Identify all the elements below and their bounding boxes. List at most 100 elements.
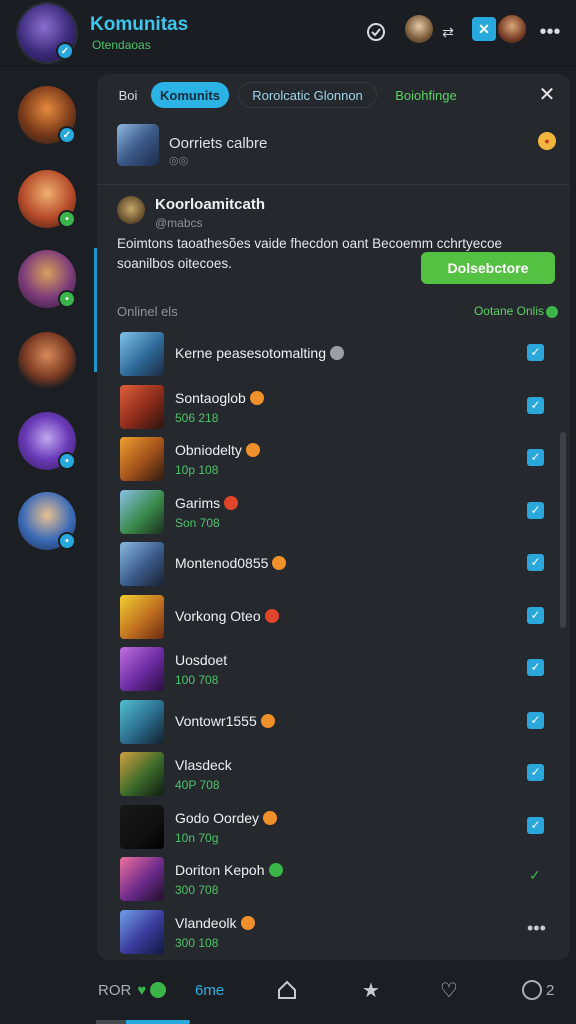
member-name: Vlasdeck: [175, 757, 232, 773]
bottom-nav: ROR ♥ 6me ★ ♡ 2: [0, 966, 576, 1024]
member-name: Sontaoglob: [175, 390, 264, 406]
tab-rorolcatic[interactable]: Rorolcatic Glonnon: [238, 82, 377, 108]
member-avatar[interactable]: [120, 857, 164, 901]
checkbox[interactable]: ✓: [527, 659, 544, 676]
badge-icon: •: [58, 210, 76, 228]
member-avatar[interactable]: [120, 804, 164, 849]
checkbox[interactable]: ✓: [527, 606, 544, 624]
status-emoji-icon: [264, 608, 279, 623]
member-row[interactable]: Kerne peasesotomalting ✓: [97, 328, 570, 381]
member-status: 10n 70g: [175, 830, 219, 845]
more-icon[interactable]: •••: [527, 918, 546, 939]
member-row[interactable]: Godo Oordey 10n 70g ✓: [97, 801, 570, 854]
member-name-text: Montenod0855: [175, 555, 269, 571]
user-avatar-2[interactable]: [498, 15, 526, 43]
member-avatar[interactable]: [120, 909, 164, 954]
channel-sub: ◎◎: [169, 155, 189, 167]
member-row[interactable]: Vontowr1555 ✓: [97, 696, 570, 749]
check-icon[interactable]: ✓: [529, 867, 541, 884]
member-row[interactable]: Garims Son 708 ✓: [97, 486, 570, 539]
member-name-text: Uosdoet: [175, 652, 228, 668]
status-emoji-icon: [224, 495, 239, 510]
status-emoji-icon: [245, 443, 260, 457]
tab-boiohfinge[interactable]: Boiohfinge: [380, 82, 472, 108]
home-icon[interactable]: [276, 978, 298, 1002]
page-title: Komunitas: [90, 14, 189, 35]
member-row[interactable]: Doriton Kepoh 300 708 ✓: [97, 853, 570, 906]
member-avatar[interactable]: [120, 332, 164, 376]
member-status: 506 218: [175, 410, 219, 425]
member-avatar[interactable]: [120, 699, 164, 744]
divider: [97, 184, 570, 185]
status-emoji-icon: [260, 713, 275, 728]
nav-ror[interactable]: ROR ♥: [98, 978, 167, 1002]
member-name-text: Vorkong Oteo: [175, 607, 261, 624]
author-avatar[interactable]: [117, 196, 145, 224]
server-icon-2[interactable]: •: [18, 170, 76, 228]
badge-icon: •: [58, 532, 76, 550]
member-name: Kerne peasesotomalting: [175, 345, 344, 361]
support-icon[interactable]: [362, 18, 390, 46]
member-status: 10p 108: [175, 463, 219, 477]
server-icon-3[interactable]: •: [18, 250, 76, 308]
member-name-text: Godo Oordey: [175, 809, 260, 826]
author-name[interactable]: Koorloamitcath: [155, 196, 265, 213]
checkbox[interactable]: ✓: [527, 396, 544, 414]
verified-badge: ✓: [56, 42, 74, 60]
nav-game[interactable]: 6me: [195, 978, 224, 1002]
member-avatar[interactable]: [120, 542, 164, 586]
server-icon-5[interactable]: •: [18, 412, 76, 470]
member-avatar[interactable]: [120, 437, 164, 481]
tool-icon[interactable]: ✕: [472, 17, 496, 41]
more-icon[interactable]: •••: [536, 18, 564, 46]
bell-icon: [522, 980, 542, 1000]
server-icon-1[interactable]: ✓: [18, 86, 76, 144]
star-icon[interactable]: ★: [362, 978, 380, 1002]
member-status: 300 108: [175, 935, 219, 950]
profile-avatar[interactable]: ✓: [18, 4, 76, 62]
member-name-text: Vlandeolk: [175, 914, 237, 931]
member-status: Son 708: [175, 515, 220, 530]
nav-indicator-secondary: [96, 1020, 126, 1024]
channel-header[interactable]: Oorriets calbre ◎◎ ●: [97, 118, 570, 178]
member-status: 300 708: [175, 883, 219, 897]
member-row[interactable]: Vorkong Oteo ✓: [97, 591, 570, 644]
member-row[interactable]: Vlandeolk 300 108 •••: [97, 906, 570, 959]
member-name-text: Sontaoglob: [175, 389, 246, 406]
server-icon-6[interactable]: •: [18, 492, 76, 550]
member-row[interactable]: Obniodelty 10p 108 ✓: [97, 433, 570, 486]
online-count: Ootane Onlis: [473, 304, 544, 318]
member-row[interactable]: Vlasdeck 40P 708 ✓: [97, 748, 570, 801]
member-row[interactable]: Montenod0855 ✓: [97, 538, 570, 591]
notifications-nav[interactable]: 2: [522, 978, 554, 1002]
user-avatar[interactable]: [405, 15, 433, 43]
checkbox[interactable]: ✓: [527, 449, 544, 466]
checkbox[interactable]: ✓: [527, 711, 544, 729]
scrollbar[interactable]: [560, 432, 566, 628]
member-avatar[interactable]: [120, 594, 164, 639]
notification-icon[interactable]: ●: [538, 132, 556, 150]
badge-icon: ✓: [58, 126, 76, 144]
checkbox[interactable]: ✓: [527, 554, 544, 571]
member-avatar[interactable]: [120, 647, 164, 691]
link-icon[interactable]: ⇄: [434, 18, 462, 46]
checkbox[interactable]: ✓: [527, 344, 544, 361]
action-button[interactable]: Dolsebctore: [421, 252, 555, 284]
close-icon[interactable]: ✕: [536, 84, 558, 106]
tab-komunitas[interactable]: Komunits: [151, 82, 229, 108]
member-name: Montenod0855: [175, 555, 287, 571]
heart-nav-icon[interactable]: ♡: [440, 978, 458, 1002]
tab-boi[interactable]: Boi: [107, 82, 149, 108]
member-avatar[interactable]: [120, 384, 164, 429]
checkbox[interactable]: ✓: [527, 764, 544, 781]
server-icon-4[interactable]: [18, 332, 76, 390]
member-avatar[interactable]: [120, 752, 164, 796]
member-row[interactable]: Sontaoglob 506 218 ✓: [97, 381, 570, 434]
member-avatar[interactable]: [120, 489, 164, 534]
status-emoji-icon: [330, 346, 344, 360]
member-status: 40P 708: [175, 778, 220, 792]
member-name-text: Garims: [175, 494, 221, 511]
checkbox[interactable]: ✓: [527, 816, 544, 834]
member-row[interactable]: Uosdoet 100 708 ✓: [97, 643, 570, 696]
checkbox[interactable]: ✓: [527, 501, 544, 519]
